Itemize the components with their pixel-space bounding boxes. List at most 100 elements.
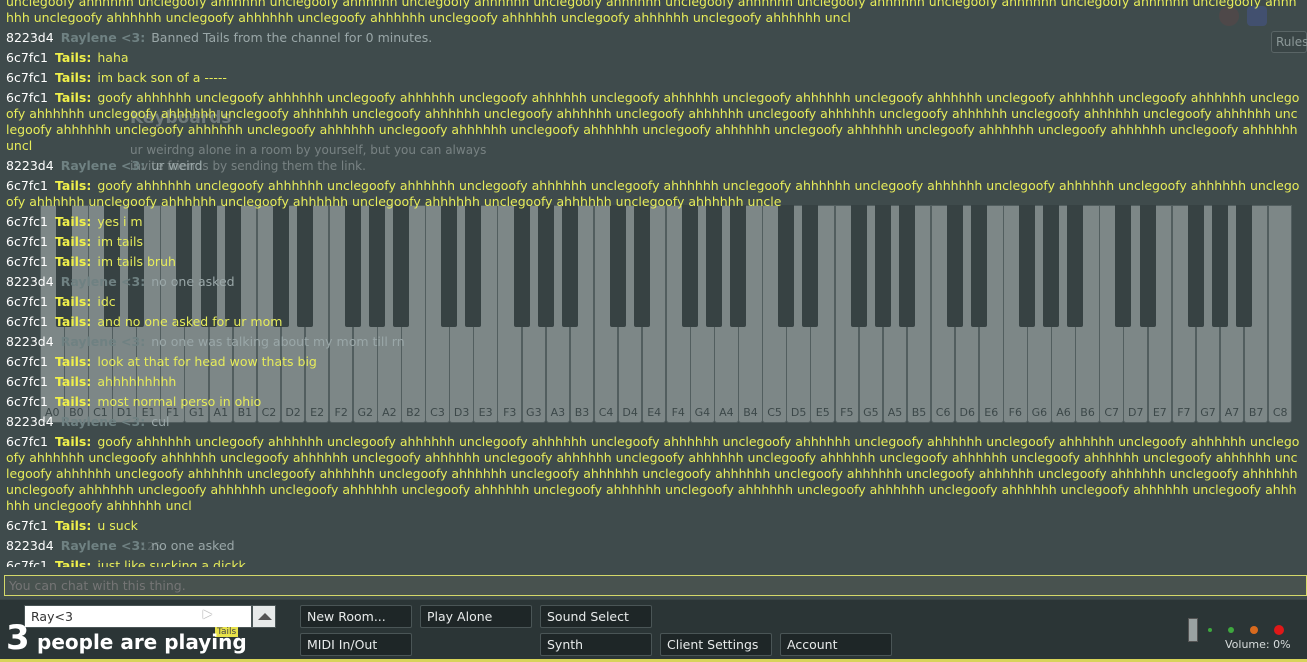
- status-led-2: [1228, 627, 1234, 633]
- message-user-id: 8223d4: [6, 158, 54, 173]
- message-text: and no one asked for ur mom: [97, 314, 283, 329]
- message-nick[interactable]: Tails:: [55, 294, 91, 309]
- message-text: haha: [97, 50, 129, 65]
- message-nick[interactable]: Raylene <3:: [61, 538, 146, 553]
- message-nick[interactable]: Tails:: [55, 434, 91, 449]
- status-led-3: [1250, 626, 1258, 634]
- message-nick[interactable]: Tails:: [55, 50, 91, 65]
- message-user-id: 6c7fc1: [6, 178, 49, 193]
- chat-message: 6c7fc1 Tails: haha: [0, 48, 1307, 68]
- message-user-id: 6c7fc1: [6, 434, 49, 449]
- message-nick[interactable]: Raylene <3:: [61, 334, 146, 349]
- message-text: ahhhhhhhhh: [97, 374, 177, 389]
- message-user-id: 8223d4: [6, 30, 54, 45]
- message-text: no one asked: [151, 538, 235, 553]
- message-user-id: 8223d4: [6, 538, 54, 553]
- chat-message: 6c7fc1 Tails: look at that for head wow th…: [0, 352, 1307, 372]
- synth-button[interactable]: Synth: [540, 633, 652, 656]
- message-nick[interactable]: Tails:: [55, 558, 91, 567]
- message-text: goofy ahhhhhh unclegoofy ahhhhhh unclego…: [6, 178, 1300, 209]
- sound-select-button[interactable]: Sound Select: [540, 605, 652, 628]
- message-text: unclegoofy ahhhhhh unclegoofy ahhhhhh un…: [6, 0, 1297, 25]
- new-room-button[interactable]: New Room...: [300, 605, 412, 628]
- message-user-id: 6c7fc1: [6, 234, 49, 249]
- message-nick[interactable]: Raylene <3:: [61, 414, 146, 429]
- message-text: cul: [151, 414, 170, 429]
- volume-slider[interactable]: [1188, 618, 1198, 642]
- message-nick[interactable]: Tails:: [55, 254, 91, 269]
- midi-button[interactable]: MIDI In/Out: [300, 633, 412, 656]
- chevron-up-icon[interactable]: [252, 605, 276, 628]
- message-text: goofy ahhhhhh unclegoofy ahhhhhh unclego…: [6, 90, 1300, 153]
- chat-message: 6c7fc1 Tails: u suck: [0, 516, 1307, 536]
- message-nick[interactable]: Tails:: [55, 374, 91, 389]
- message-user-id: 8223d4: [6, 414, 54, 429]
- message-user-id: 6c7fc1: [6, 518, 49, 533]
- message-text: idc: [97, 294, 116, 309]
- chat-message: 6c7fc1 Tails: goofy ahhhhhh unclegoofy ahh…: [0, 176, 1307, 212]
- message-nick[interactable]: Tails:: [55, 90, 91, 105]
- chat-message: 6c7fc1 Tails: goofy ahhhhhh unclegoofy ahh…: [0, 88, 1307, 156]
- message-nick[interactable]: Tails:: [55, 234, 91, 249]
- message-user-id: 6c7fc1: [6, 294, 49, 309]
- message-text: im back son of a -----: [97, 70, 227, 85]
- player-count-label: people are playing: [37, 630, 247, 654]
- message-nick[interactable]: Tails:: [55, 70, 91, 85]
- message-user-id: 6c7fc1: [6, 394, 49, 409]
- message-text: no one was talking about my mom till rn: [151, 334, 405, 349]
- account-button[interactable]: Account: [780, 633, 892, 656]
- message-nick[interactable]: Tails:: [55, 394, 91, 409]
- message-nick[interactable]: Raylene <3:: [61, 274, 146, 289]
- message-nick[interactable]: Raylene <3:: [61, 30, 146, 45]
- message-nick[interactable]: Raylene <3:: [61, 158, 146, 173]
- message-nick[interactable]: Tails:: [55, 354, 91, 369]
- mouse-cursor-icon: ▸: [203, 603, 213, 624]
- message-user-id: 6c7fc1: [6, 314, 49, 329]
- name-input[interactable]: Ray<3: [24, 605, 252, 628]
- bottom-bar: Ray<3 ▸ Tails 3 people are playing New R…: [0, 599, 1307, 662]
- message-user-id: 6c7fc1: [6, 374, 49, 389]
- chat-message: 8223d4 Raylene <3: no one asked: [0, 272, 1307, 292]
- chat-message: 6c7fc1 Tails: im back son of a -----: [0, 68, 1307, 88]
- chat-log: unclegoofy ahhhhhh unclegoofy ahhhhhh un…: [0, 0, 1307, 567]
- play-alone-button[interactable]: Play Alone: [420, 605, 532, 628]
- status-led-1: [1208, 628, 1212, 632]
- chat-message: 8223d4 Raylene <3: ur weird: [0, 156, 1307, 176]
- chat-message: 8223d4 Raylene <3: no one asked: [0, 536, 1307, 556]
- message-text: most normal perso in ohio: [97, 394, 262, 409]
- message-text: Banned Tails from the channel for 0 minu…: [151, 30, 433, 45]
- message-nick[interactable]: Tails:: [55, 518, 91, 533]
- message-text: u suck: [97, 518, 138, 533]
- message-user-id: 6c7fc1: [6, 558, 49, 567]
- chat-input[interactable]: [4, 575, 1307, 596]
- message-nick[interactable]: Tails:: [55, 214, 91, 229]
- chat-message: 6c7fc1 Tails: im tails: [0, 232, 1307, 252]
- message-text: no one asked: [151, 274, 235, 289]
- message-user-id: 6c7fc1: [6, 214, 49, 229]
- client-settings-button[interactable]: Client Settings: [660, 633, 772, 656]
- message-user-id: 8223d4: [6, 274, 54, 289]
- message-user-id: 6c7fc1: [6, 354, 49, 369]
- chat-message: 6c7fc1 Tails: im tails bruh: [0, 252, 1307, 272]
- chat-message: 6c7fc1 Tails: and no one asked for ur mom: [0, 312, 1307, 332]
- message-user-id: 6c7fc1: [6, 50, 49, 65]
- message-nick[interactable]: Tails:: [55, 314, 91, 329]
- chat-message: 6c7fc1 Tails: just like sucking a dickk: [0, 556, 1307, 567]
- player-count: 3: [6, 618, 30, 658]
- chat-message: 6c7fc1 Tails: goofy ahhhhhh unclegoofy ahh…: [0, 432, 1307, 516]
- message-text: ur weird: [151, 158, 203, 173]
- chat-message: unclegoofy ahhhhhh unclegoofy ahhhhhh un…: [0, 0, 1307, 28]
- status-led-4: [1274, 625, 1284, 635]
- chat-message: 8223d4 Raylene <3: no one was talking abou…: [0, 332, 1307, 352]
- message-text: goofy ahhhhhh unclegoofy ahhhhhh unclego…: [6, 434, 1300, 513]
- message-user-id: 6c7fc1: [6, 254, 49, 269]
- message-nick[interactable]: Tails:: [55, 178, 91, 193]
- message-text: yes i m: [97, 214, 143, 229]
- volume-label: Volume: 0%: [1225, 638, 1291, 651]
- message-text: just like sucking a dickk: [97, 558, 246, 567]
- chat-message: 6c7fc1 Tails: yes i m: [0, 212, 1307, 232]
- message-user-id: 8223d4: [6, 334, 54, 349]
- chat-message: 6c7fc1 Tails: idc: [0, 292, 1307, 312]
- chat-message: 8223d4 Raylene <3: Banned Tails from the c…: [0, 28, 1307, 48]
- message-user-id: 6c7fc1: [6, 70, 49, 85]
